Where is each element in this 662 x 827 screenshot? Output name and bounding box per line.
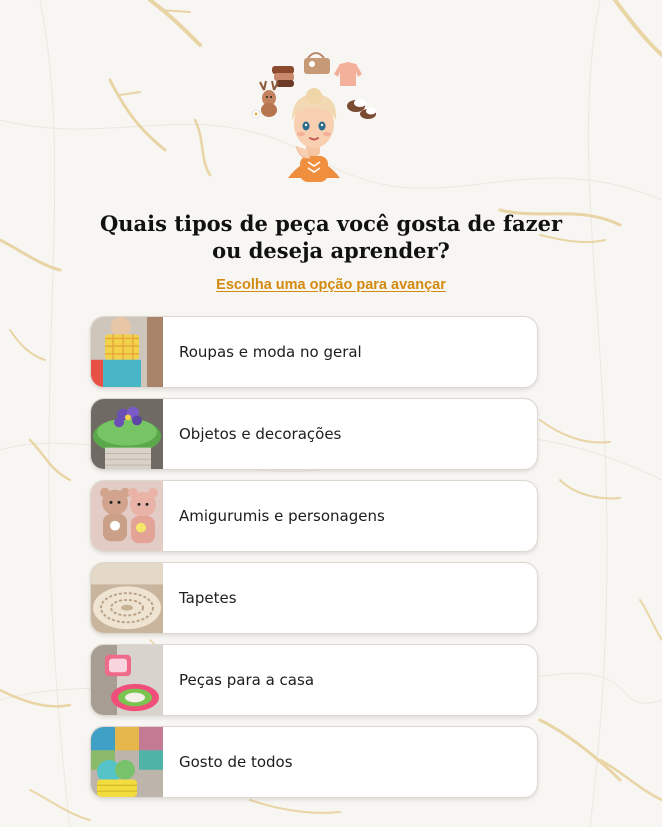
girl-thinking-icon bbox=[251, 52, 376, 182]
option-label: Amigurumis e personagens bbox=[179, 507, 385, 525]
option-card-tapetes[interactable]: Tapetes bbox=[90, 562, 538, 634]
tote-bag-icon bbox=[304, 52, 330, 74]
option-card-objetos[interactable]: Objetos e decorações bbox=[90, 398, 538, 470]
flower-icon bbox=[251, 109, 261, 119]
yarn-basket-photo bbox=[91, 727, 163, 797]
baby-shoes-icon bbox=[347, 99, 376, 119]
yarn-stack-icon bbox=[272, 66, 294, 87]
option-card-pecas-casa[interactable]: Peças para a casa bbox=[90, 644, 538, 716]
subtitle-instruction: Escolha uma opção para avançar bbox=[216, 277, 446, 293]
rug-photo bbox=[91, 563, 163, 633]
option-card-roupas[interactable]: Roupas e moda no geral bbox=[90, 316, 538, 388]
option-label: Roupas e moda no geral bbox=[179, 343, 362, 361]
option-label: Tapetes bbox=[179, 589, 237, 607]
reindeer-toy-icon bbox=[259, 80, 279, 117]
option-card-amigurumis[interactable]: Amigurumis e personagens bbox=[90, 480, 538, 552]
option-label: Peças para a casa bbox=[179, 671, 315, 689]
page-title: Quais tipos de peça você gosta de fazer … bbox=[99, 211, 563, 263]
home-mats-photo bbox=[91, 645, 163, 715]
clothing-photo bbox=[91, 317, 163, 387]
flower-pot-photo bbox=[91, 399, 163, 469]
option-label: Objetos e decorações bbox=[179, 425, 342, 443]
illustration bbox=[248, 44, 380, 186]
option-label: Gosto de todos bbox=[179, 753, 293, 771]
option-card-todos[interactable]: Gosto de todos bbox=[90, 726, 538, 798]
amigurumi-dolls-photo bbox=[91, 481, 163, 551]
options-list: Roupas e moda no geral Objetos e decoraç… bbox=[90, 316, 538, 808]
quiz-screen: Quais tipos de peça você gosta de fazer … bbox=[0, 0, 662, 827]
sweater-icon bbox=[334, 62, 362, 86]
